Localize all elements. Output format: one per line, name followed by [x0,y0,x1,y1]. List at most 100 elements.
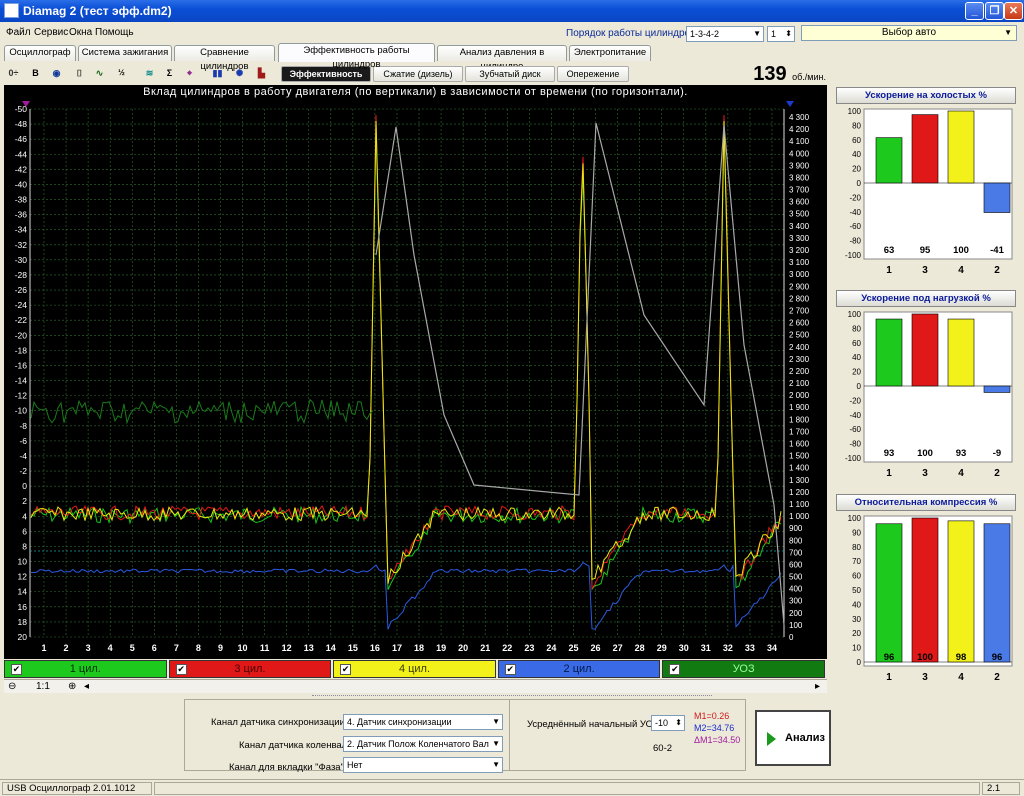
subtab-advance[interactable]: Опережение [557,66,629,82]
left-tick-label: -14 [15,376,28,386]
value-label: 100 [917,652,933,663]
category-label: 1 [886,468,892,479]
right-tick-label: 2 300 [789,355,810,364]
y-tick-label: -20 [849,396,861,405]
x-tick-label: 27 [613,643,623,653]
sum-icon[interactable]: Σ [162,66,177,80]
tab-power[interactable]: Электропитание [569,45,651,61]
right-tick-label: 300 [789,597,803,606]
maximize-button[interactable]: ❐ [985,2,1004,20]
left-tick-label: 4 [22,511,27,521]
zoom-in-icon[interactable]: ⊕ [68,681,76,692]
uoz-icon[interactable]: ✺ [232,66,247,80]
right-tick-label: 0 [789,633,794,642]
checkbox[interactable]: ✔ [340,664,352,675]
menu-service[interactable]: Сервис [34,27,68,38]
sync-icon[interactable]: 0÷ [6,66,21,80]
x-tick-label: 15 [348,643,358,653]
scroll-left-icon[interactable]: ◂ [84,681,89,692]
filter-icon[interactable]: ≋ [142,66,157,80]
x-tick-label: 7 [174,643,179,653]
minimize-button[interactable]: _ [965,2,984,20]
checkbox[interactable]: ✔ [11,664,22,675]
play-icon [767,732,776,746]
plot-canvas[interactable]: -50-48-46-44-42-40-38-36-34-32-30-28-26-… [4,85,827,659]
cursor-icon[interactable]: ⌖ [182,66,197,80]
x-tick-label: 5 [130,643,135,653]
cylinder-spinner[interactable]: 1 ⬍ [767,26,795,42]
rpm-readout: 139 об./мин. [753,63,826,85]
spinner-icon: ⬍ [785,29,792,38]
rpm-gauge-icon[interactable]: ◉ [49,66,64,80]
right-tick-label: 1 700 [789,427,810,436]
tab-cylinder-efficiency[interactable]: Эффективность работы цилиндров [278,43,435,70]
x-tick-label: 17 [392,643,402,653]
crank-channel-label: Канал датчика коленвала [239,740,353,751]
x-tick-label: 4 [108,643,113,653]
value-label: 93 [956,448,967,459]
algorithm-icon[interactable]: ½ [114,66,129,80]
plot-title: Вклад цилиндров в работу двигателя (по в… [143,86,688,98]
y-tick-label: -40 [849,411,861,420]
x-tick-label: 20 [458,643,468,653]
x-tick-label: 10 [238,643,248,653]
sync-channel-select[interactable]: 4. Датчик синхронизации ▼ [343,714,503,730]
left-tick-label: -6 [19,436,27,446]
menu-windows[interactable]: Окна [69,27,92,38]
legend-channel[interactable]: ✔ 1 цил. [4,660,167,678]
uoz-label: Усреднённый начальный УОЗ [527,719,659,730]
left-tick-label: -4 [19,451,27,461]
tab-oscilloscope[interactable]: Осциллограф [4,45,76,61]
category-label: 1 [886,265,892,276]
car-select[interactable]: Выбор авто ▼ [801,25,1017,41]
legend-channel[interactable]: ✔ УОЗ [662,660,825,678]
uoz-spinner[interactable]: -10 ⬍ [651,715,685,731]
scale-icon[interactable]: ⌷ [72,66,87,80]
plot-background [4,85,827,659]
bar-icon[interactable]: ▙ [254,66,269,80]
channel-legend: ✔ 1 цил. ✔ 3 цил. ✔ 4 цил. ✔ 2 цил. ✔ УОЗ [4,659,827,679]
tab-cylinder-compare[interactable]: Сравнение цилиндров [174,45,275,72]
checkbox[interactable]: ✔ [669,664,681,675]
order-select[interactable]: 1-3-4-2 ▼ [686,26,764,42]
curve-icon[interactable]: ∿ [92,66,107,80]
legend-channel[interactable]: ✔ 2 цил. [497,660,661,678]
legend-channel[interactable]: ✔ 4 цил. [333,660,496,678]
menu-help[interactable]: Помощь [95,27,134,38]
y-tick-label: 100 [848,107,862,116]
cylinders-icon[interactable]: ▮▮ [210,66,225,80]
close-button[interactable]: ✕ [1004,2,1023,20]
analyze-button[interactable]: Анализ [755,710,831,766]
left-tick-label: 12 [18,572,28,582]
bold-b-icon[interactable]: B [28,66,43,80]
menu-file[interactable]: Файл [6,27,31,38]
subtab-compression[interactable]: Сжатие (дизель) [373,66,463,82]
tab-ignition[interactable]: Система зажигания [78,45,172,61]
right-tick-label: 2 500 [789,331,810,340]
zoom-out-icon[interactable]: ⊖ [8,681,16,692]
legend-channel[interactable]: ✔ 3 цил. [168,660,332,678]
right-tick-label: 2 700 [789,306,810,315]
efficiency-plot[interactable]: -50 -48 -46 -44 -42 -40 -38 -36 -34 -32 -30 -28 -26-… [4,85,827,659]
checkbox[interactable]: ✔ [504,664,516,675]
subtab-toothed-disc[interactable]: Зубчатый диск [465,66,555,82]
category-label: 1 [886,672,892,683]
y-tick-label: 80 [852,324,861,333]
main-tabs: Осциллограф Система зажигания Сравнение … [0,43,1024,72]
tab-pressure-analysis[interactable]: Анализ давления в цилиндре [437,45,567,72]
left-tick-label: -34 [15,225,28,235]
y-tick-label: 30 [852,615,861,624]
checkbox[interactable]: ✔ [175,664,187,675]
y-tick-label: 0 [857,658,862,667]
right-tick-label: 3 200 [789,246,810,255]
horizontal-scrollbar[interactable]: ⊖ 1:1 ⊕ ◂ ▸ [4,679,827,693]
left-tick-label: -10 [15,406,28,416]
chevron-down-icon: ▼ [753,29,761,38]
phase-channel-select[interactable]: Нет ▼ [343,757,503,773]
status-spacer [154,782,980,795]
right-tick-label: 700 [789,548,803,557]
status-bar: USB Осциллограф 2.01.1012 2.1 [0,779,1024,796]
crank-channel-select[interactable]: 2. Датчик Полож Коленчатого Вал ▼ [343,736,503,752]
scroll-right-icon[interactable]: ▸ [815,681,820,692]
x-tick-label: 9 [218,643,223,653]
